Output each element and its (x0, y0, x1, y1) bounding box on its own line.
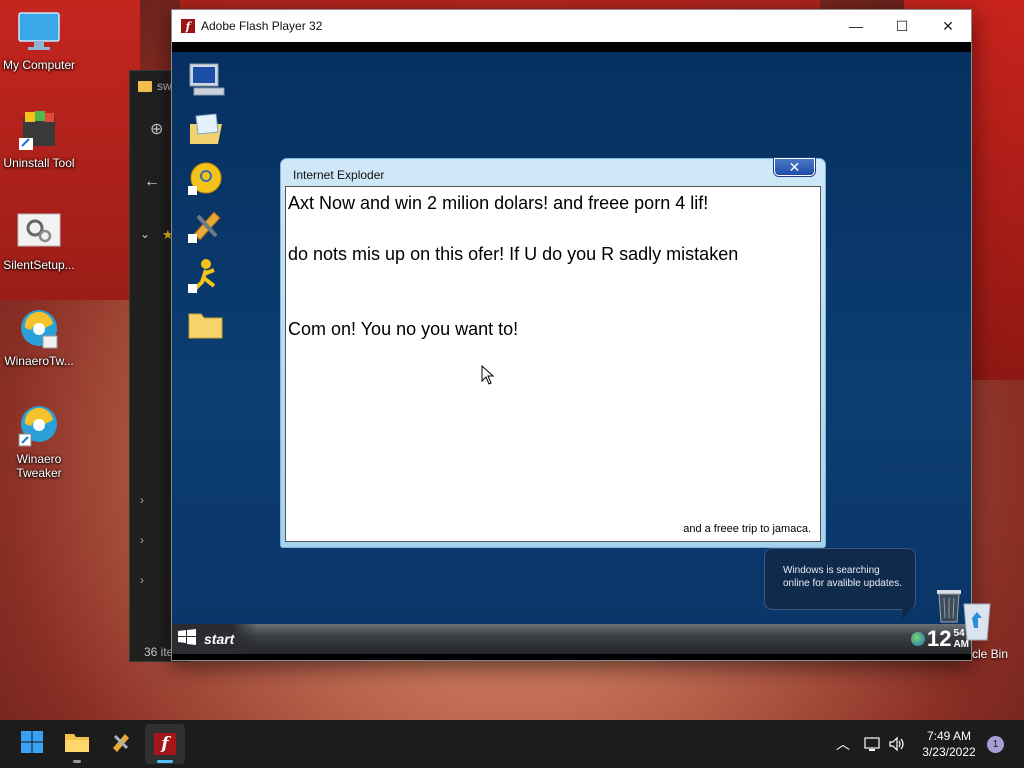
taskbar[interactable]: f ︿ 7:49 AM 3/23/2022 (0, 720, 1024, 768)
desktop-icon-my-computer[interactable]: My Computer (0, 10, 78, 72)
mouse-cursor-icon (481, 364, 495, 390)
close-button[interactable]: ✕ (925, 10, 971, 42)
internet-exploder-dialog[interactable]: Internet Exploder ✕ Axt Now and win 2 mi… (280, 158, 826, 548)
window-title: Adobe Flash Player 32 (201, 19, 323, 33)
desktop-icon-silentsetup[interactable]: SilentSetup... (0, 210, 78, 272)
tools-shortcut-icon[interactable] (186, 206, 226, 246)
folder-icon[interactable] (186, 304, 226, 344)
minimize-button[interactable]: — (833, 10, 879, 42)
taskbar-clock[interactable]: 7:49 AM 3/23/2022 (918, 728, 980, 760)
desktop-icon-label: Uninstall Tool (3, 156, 75, 170)
computer-icon[interactable] (186, 60, 226, 100)
flash-player-taskbar-button[interactable]: f (145, 724, 185, 764)
clock-time: 7:49 AM (926, 729, 972, 743)
notification-badge[interactable]: 1 (987, 736, 1004, 753)
winaero-shortcut-icon (17, 404, 61, 448)
active-indicator (157, 760, 173, 763)
desktop-icon-uninstall-tool[interactable]: Uninstall Tool (0, 108, 78, 170)
dialog-footer-text: and a freee trip to jamaca. (683, 523, 811, 535)
update-balloon-tooltip[interactable]: Windows is searching online for avalible… (764, 548, 916, 610)
chevron-up-icon: ︿ (836, 736, 850, 752)
running-indicator (73, 760, 81, 763)
dialog-message-line: Com on! You no you want to! (288, 319, 519, 339)
desktop-icon-winaero-tw[interactable]: WinaeroTw... (0, 306, 78, 368)
tools-icon (109, 730, 133, 759)
flash-bottom-bar (172, 654, 971, 660)
dialog-message-line: do nots mis up on this ofer! If U do you… (288, 244, 739, 264)
flash-content[interactable]: Internet Exploder ✕ Axt Now and win 2 mi… (172, 42, 971, 660)
balloon-tail (902, 606, 914, 620)
clock-date: 3/23/2022 (922, 745, 976, 759)
file-explorer-taskbar-button[interactable] (57, 724, 97, 764)
recycle-bin-desktop-icon[interactable] (960, 598, 994, 647)
desktop-icon-winaero-tweaker[interactable]: Winaero Tweaker (0, 404, 78, 480)
folder-icon (138, 80, 152, 92)
show-hidden-icons-button[interactable]: ︿ (836, 720, 850, 768)
balloon-line: Windows is searching (783, 565, 880, 576)
xp-clock-hour: 12 (926, 626, 952, 651)
flash-titlebar[interactable]: f Adobe Flash Player 32 — ☐ ✕ (172, 10, 971, 42)
aim-runner-icon[interactable] (186, 256, 226, 296)
winaero-icon (17, 306, 61, 350)
xp-desktop[interactable]: Internet Exploder ✕ Axt Now and win 2 mi… (172, 52, 971, 624)
flash-player-icon: f (154, 733, 176, 755)
mail-folder-icon[interactable] (186, 110, 226, 150)
desktop-icon-label: SilentSetup... (3, 258, 75, 272)
flash-logo-icon: f (181, 19, 195, 33)
dialog-close-button[interactable]: ✕ (774, 158, 815, 176)
xp-start-label: start (204, 631, 235, 647)
tools-taskbar-button[interactable] (101, 724, 141, 764)
file-explorer-icon (64, 731, 90, 758)
xp-taskbar[interactable]: start 12 54 AM (172, 624, 971, 654)
explorer-tab-title: sw (157, 79, 172, 93)
uninstall-tool-icon (17, 108, 61, 152)
network-icon[interactable] (864, 720, 882, 768)
dialog-title: Internet Exploder (293, 168, 385, 182)
maximize-button[interactable]: ☐ (879, 10, 925, 42)
dialog-message-line: Axt Now and win 2 milion dolars! and fre… (288, 193, 709, 213)
flash-player-window[interactable]: f Adobe Flash Player 32 — ☐ ✕ Internet E… (171, 9, 972, 661)
volume-icon[interactable] (888, 720, 906, 768)
monitor-icon (17, 10, 61, 54)
start-button[interactable] (12, 724, 52, 764)
help-support-icon[interactable] (186, 158, 226, 198)
gear-icon (17, 210, 61, 254)
balloon-line: online for avalible updates. (783, 578, 902, 589)
desktop-icon-label: Winaero Tweaker (16, 452, 62, 480)
desktop-icon-label: My Computer (2, 58, 76, 72)
dialog-body: Axt Now and win 2 milion dolars! and fre… (285, 186, 821, 542)
xp-start-button[interactable]: start (172, 624, 258, 654)
desktop-icon-label: WinaeroTw... (4, 354, 74, 368)
recycle-bin-label: cle Bin (972, 647, 1009, 661)
globe-icon (910, 632, 925, 646)
windows-start-icon (20, 730, 44, 759)
windows-flag-icon (177, 628, 197, 651)
